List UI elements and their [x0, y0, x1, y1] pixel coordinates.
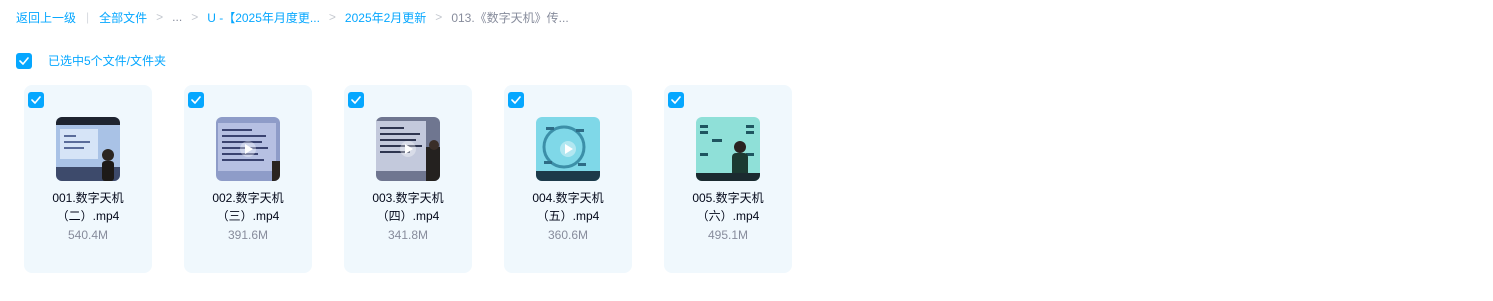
file-size: 540.4M — [67, 228, 109, 242]
check-icon — [191, 96, 201, 104]
file-name-line: （四）.mp4 — [376, 209, 440, 223]
chevron-right-icon: > — [156, 10, 164, 24]
check-icon — [511, 96, 521, 104]
selection-bar: 已选中5个文件/文件夹 — [16, 52, 166, 69]
file-card[interactable]: 001.数字天机 （二）.mp4 540.4M — [24, 85, 152, 273]
breadcrumb-current: 013.《数字天机》传... — [451, 10, 569, 25]
file-checkbox[interactable] — [348, 92, 364, 108]
file-size: 341.8M — [387, 228, 429, 242]
check-icon — [671, 96, 681, 104]
breadcrumb-ellipsis[interactable]: ... — [172, 10, 182, 24]
file-checkbox[interactable] — [188, 92, 204, 108]
file-name: 002.数字天机 （三）.mp4 — [184, 189, 312, 225]
select-all-checkbox[interactable] — [16, 52, 32, 69]
back-link[interactable]: 返回上一级 — [16, 9, 76, 26]
file-name: 004.数字天机 （五）.mp4 — [504, 189, 632, 225]
file-name-line: 004.数字天机 — [532, 191, 604, 205]
video-thumbnail — [56, 117, 120, 181]
file-name-line: 003.数字天机 — [372, 191, 444, 205]
file-name-line: （三）.mp4 — [216, 209, 280, 223]
breadcrumb-item-level1[interactable]: U -【2025年月度更... — [207, 9, 320, 26]
file-name-line: （二）.mp4 — [56, 209, 120, 223]
file-checkbox[interactable] — [28, 92, 44, 108]
check-icon — [19, 56, 29, 65]
file-name-line: 002.数字天机 — [212, 191, 284, 205]
check-icon — [351, 96, 361, 104]
selection-count-label: 已选中5个文件/文件夹 — [48, 54, 167, 68]
file-card[interactable]: 005.数字天机 （六）.mp4 495.1M — [664, 85, 792, 273]
chevron-right-icon: > — [191, 10, 199, 24]
file-name: 003.数字天机 （四）.mp4 — [344, 189, 472, 225]
video-thumbnail — [376, 117, 440, 181]
file-card[interactable]: 004.数字天机 （五）.mp4 360.6M — [504, 85, 632, 273]
file-name-line: （五）.mp4 — [536, 209, 600, 223]
file-size: 360.6M — [547, 228, 589, 242]
file-checkbox[interactable] — [668, 92, 684, 108]
file-name-line: 001.数字天机 — [52, 191, 124, 205]
file-card[interactable]: 003.数字天机 （四）.mp4 341.8M — [344, 85, 472, 273]
video-thumbnail — [216, 117, 280, 181]
breadcrumb-divider: | — [86, 10, 90, 24]
video-thumbnail — [536, 117, 600, 181]
all-files-link[interactable]: 全部文件 — [99, 9, 147, 26]
chevron-right-icon: > — [328, 10, 336, 24]
chevron-right-icon: > — [435, 10, 443, 24]
file-name-line: （六）.mp4 — [696, 209, 760, 223]
file-name-line: 005.数字天机 — [692, 191, 764, 205]
file-name: 001.数字天机 （二）.mp4 — [24, 189, 152, 225]
file-checkbox[interactable] — [508, 92, 524, 108]
file-card[interactable]: 002.数字天机 （三）.mp4 391.6M — [184, 85, 312, 273]
file-grid: 001.数字天机 （二）.mp4 540.4M 002.数字天机 （三）.mp4… — [24, 85, 824, 273]
check-icon — [31, 96, 41, 104]
file-name: 005.数字天机 （六）.mp4 — [664, 189, 792, 225]
breadcrumb-item-level2[interactable]: 2025年2月更新 — [345, 9, 426, 26]
file-size: 495.1M — [707, 228, 749, 242]
video-thumbnail — [696, 117, 760, 181]
breadcrumb: 返回上一级 | 全部文件 > ... > U -【2025年月度更... > 2… — [16, 8, 569, 26]
file-size: 391.6M — [227, 228, 269, 242]
